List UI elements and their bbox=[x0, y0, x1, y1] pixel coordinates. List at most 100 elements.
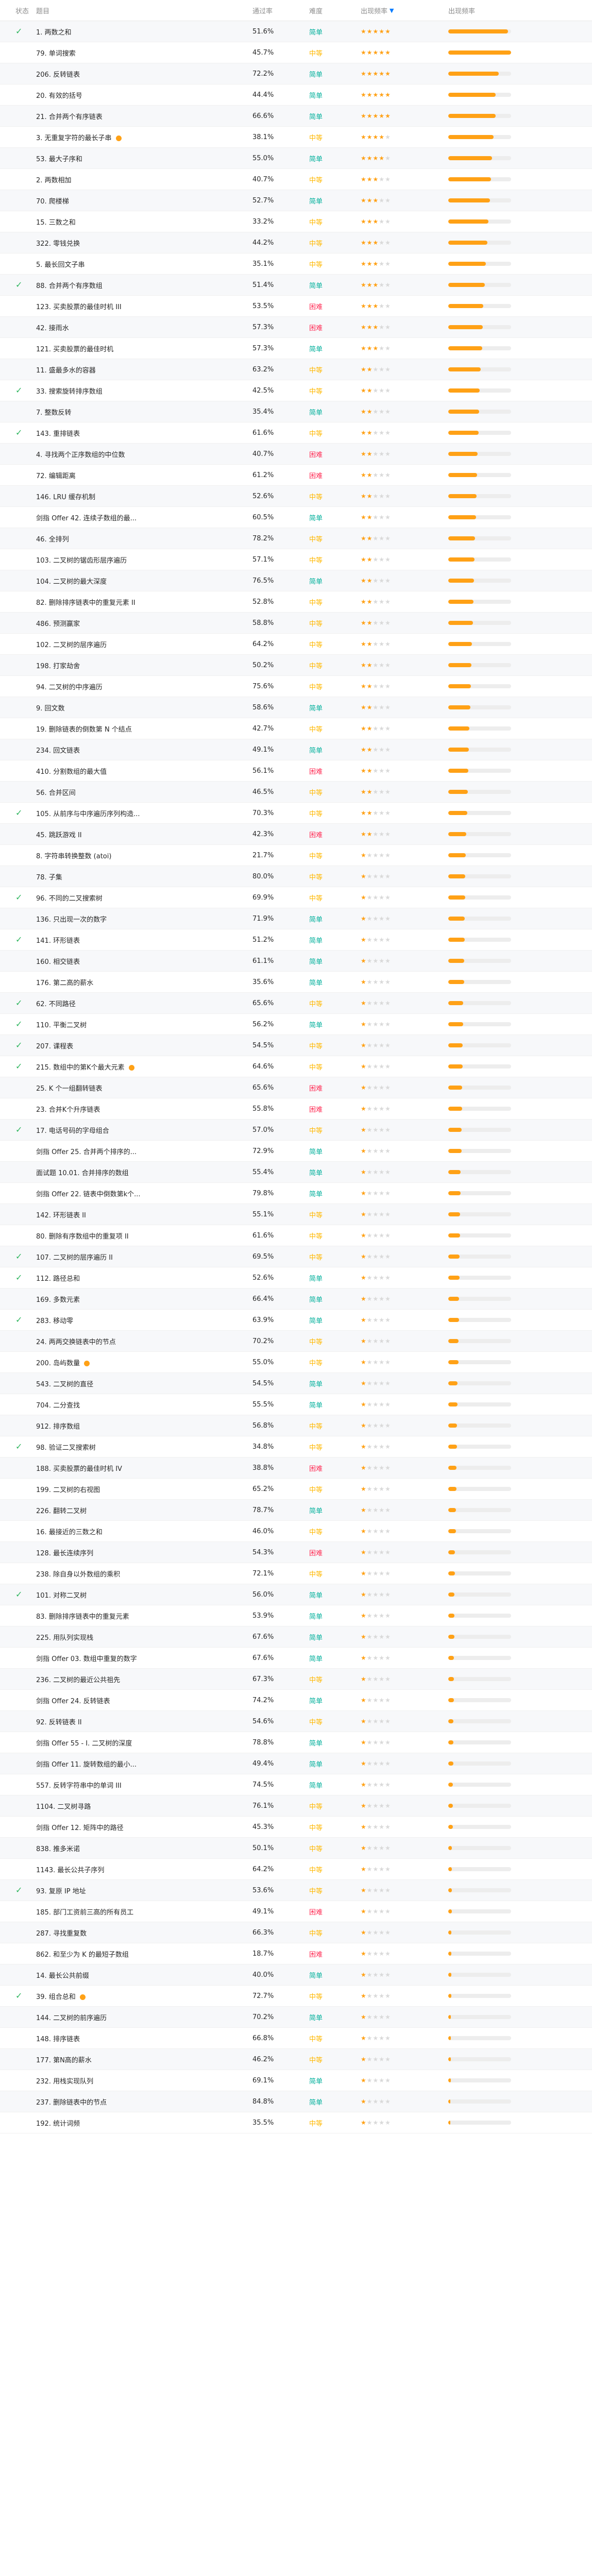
table-row[interactable]: 128. 最长连续序列 54.3% 困难 ★ ★ ★ ★ ★ bbox=[0, 1542, 592, 1563]
header-title[interactable]: 题目 bbox=[31, 6, 252, 15]
table-row[interactable]: 16. 最接近的三数之和 46.0% 中等 ★ ★ ★ ★ ★ bbox=[0, 1521, 592, 1542]
problem-title-link[interactable]: 101. 对称二叉树 bbox=[36, 1592, 87, 1600]
header-frequency[interactable]: 出现频率 ▼ bbox=[361, 6, 448, 15]
table-row[interactable]: 83. 删除排序链表中的重复元素 53.9% 简单 ★ ★ ★ ★ ★ bbox=[0, 1605, 592, 1626]
problem-title-link[interactable]: 234. 回文链表 bbox=[36, 747, 80, 755]
table-row[interactable]: 188. 买卖股票的最佳时机 IV 38.8% 困难 ★ ★ ★ ★ ★ bbox=[0, 1458, 592, 1479]
problem-title-link[interactable]: 410. 分割数组的最大值 bbox=[36, 768, 107, 776]
problem-title-link[interactable]: 121. 买卖股票的最佳时机 bbox=[36, 346, 113, 353]
header-frequency-bar[interactable]: 出现频率 bbox=[448, 6, 592, 15]
table-row[interactable]: 322. 零钱兑换 44.2% 中等 ★ ★ ★ ★ ★ bbox=[0, 232, 592, 253]
table-row[interactable]: ✓ 215. 数组中的第K个最大元素 64.6% 中等 ★ ★ ★ ★ ★ bbox=[0, 1056, 592, 1077]
problem-title-link[interactable]: 1143. 最长公共子序列 bbox=[36, 1867, 104, 1874]
table-row[interactable]: 176. 第二高的薪水 35.6% 简单 ★ ★ ★ ★ ★ bbox=[0, 972, 592, 993]
table-row[interactable]: 25. K 个一组翻转链表 65.6% 困难 ★ ★ ★ ★ ★ bbox=[0, 1077, 592, 1098]
problem-title-link[interactable]: 剑指 Offer 24. 反转链表 bbox=[36, 1698, 110, 1705]
table-row[interactable]: 19. 删除链表的倒数第 N 个结点 42.7% 中等 ★ ★ ★ ★ ★ bbox=[0, 718, 592, 739]
problem-title-link[interactable]: 200. 岛屿数量 bbox=[36, 1360, 80, 1367]
problem-title-link[interactable]: 33. 搜索旋转排序数组 bbox=[36, 388, 103, 396]
table-row[interactable]: ✓ 110. 平衡二叉树 56.2% 简单 ★ ★ ★ ★ ★ bbox=[0, 1014, 592, 1035]
problem-title-link[interactable]: 123. 买卖股票的最佳时机 III bbox=[36, 303, 122, 311]
table-row[interactable]: 287. 寻找重复数 66.3% 中等 ★ ★ ★ ★ ★ bbox=[0, 1922, 592, 1943]
table-row[interactable]: 206. 反转链表 72.2% 简单 ★ ★ ★ ★ ★ bbox=[0, 63, 592, 84]
problem-title-link[interactable]: 5. 最长回文子串 bbox=[36, 261, 85, 269]
table-row[interactable]: 剑指 Offer 12. 矩阵中的路径 45.3% 中等 ★ ★ ★ ★ ★ bbox=[0, 1817, 592, 1838]
problem-title-link[interactable]: 17. 电话号码的字母组合 bbox=[36, 1127, 109, 1135]
problem-title-link[interactable]: 236. 二叉树的最近公共祖先 bbox=[36, 1676, 120, 1684]
problem-title-link[interactable]: 238. 除自身以外数组的乘积 bbox=[36, 1571, 120, 1579]
table-row[interactable]: ✓ 141. 环形链表 51.2% 简单 ★ ★ ★ ★ ★ bbox=[0, 929, 592, 951]
problem-title-link[interactable]: 53. 最大子序和 bbox=[36, 156, 82, 163]
table-row[interactable]: 92. 反转链表 II 54.6% 中等 ★ ★ ★ ★ ★ bbox=[0, 1711, 592, 1732]
problem-title-link[interactable]: 102. 二叉树的层序遍历 bbox=[36, 641, 107, 649]
problem-title-link[interactable]: 20. 有效的括号 bbox=[36, 92, 82, 100]
table-row[interactable]: 11. 盛最多水的容器 63.2% 中等 ★ ★ ★ ★ ★ bbox=[0, 359, 592, 380]
table-row[interactable]: 486. 预测赢家 58.8% 中等 ★ ★ ★ ★ ★ bbox=[0, 613, 592, 634]
problem-title-link[interactable]: 141. 环形链表 bbox=[36, 937, 80, 945]
problem-title-link[interactable]: 142. 环形链表 II bbox=[36, 1212, 86, 1219]
problem-title-link[interactable]: 704. 二分查找 bbox=[36, 1402, 80, 1410]
table-row[interactable]: 136. 只出现一次的数字 71.9% 简单 ★ ★ ★ ★ ★ bbox=[0, 908, 592, 929]
problem-title-link[interactable]: 45. 跳跃游戏 II bbox=[36, 832, 82, 839]
problem-title-link[interactable]: 83. 删除排序链表中的重复元素 bbox=[36, 1613, 129, 1621]
problem-title-link[interactable]: 剑指 Offer 55 - I. 二叉树的深度 bbox=[36, 1740, 132, 1748]
table-row[interactable]: 862. 和至少为 K 的最短子数组 18.7% 困难 ★ ★ ★ ★ ★ bbox=[0, 1943, 592, 1964]
problem-title-link[interactable]: 287. 寻找重复数 bbox=[36, 1930, 87, 1938]
problem-title-link[interactable]: 237. 删除链表中的节点 bbox=[36, 2099, 107, 2107]
problem-title-link[interactable]: 剑指 Offer 11. 旋转数组的最小... bbox=[36, 1761, 137, 1769]
table-row[interactable]: ✓ 96. 不同的二叉搜索树 69.9% 中等 ★ ★ ★ ★ ★ bbox=[0, 887, 592, 908]
problem-title-link[interactable]: 838. 推多米诺 bbox=[36, 1845, 80, 1853]
table-row[interactable]: 9. 回文数 58.6% 简单 ★ ★ ★ ★ ★ bbox=[0, 697, 592, 718]
table-row[interactable]: 199. 二叉树的右视图 65.2% 中等 ★ ★ ★ ★ ★ bbox=[0, 1479, 592, 1500]
table-row[interactable]: 1143. 最长公共子序列 64.2% 中等 ★ ★ ★ ★ ★ bbox=[0, 1859, 592, 1880]
problem-title-link[interactable]: 46. 全排列 bbox=[36, 536, 69, 544]
problem-title-link[interactable]: 42. 接雨水 bbox=[36, 325, 69, 332]
table-row[interactable]: 1104. 二叉树寻路 76.1% 中等 ★ ★ ★ ★ ★ bbox=[0, 1795, 592, 1817]
problem-title-link[interactable]: 103. 二叉树的锯齿形层序遍历 bbox=[36, 557, 127, 565]
table-row[interactable]: 剑指 Offer 11. 旋转数组的最小... 49.4% 简单 ★ ★ ★ ★ ★ bbox=[0, 1753, 592, 1774]
problem-title-link[interactable]: 21. 合并两个有序链表 bbox=[36, 113, 103, 121]
table-row[interactable]: 704. 二分查找 55.5% 简单 ★ ★ ★ ★ ★ bbox=[0, 1394, 592, 1415]
problem-title-link[interactable]: 82. 删除排序链表中的重复元素 II bbox=[36, 599, 136, 607]
table-row[interactable]: 236. 二叉树的最近公共祖先 67.3% 中等 ★ ★ ★ ★ ★ bbox=[0, 1669, 592, 1690]
table-row[interactable]: 剑指 Offer 03. 数组中重复的数字 67.6% 简单 ★ ★ ★ ★ ★ bbox=[0, 1648, 592, 1669]
problem-title-link[interactable]: 79. 单词搜索 bbox=[36, 50, 76, 58]
problem-title-link[interactable]: 146. LRU 缓存机制 bbox=[36, 494, 95, 501]
problem-title-link[interactable]: 剑指 Offer 25. 合并两个排序的... bbox=[36, 1148, 137, 1156]
problem-title-link[interactable]: 557. 反转字符串中的单词 III bbox=[36, 1782, 122, 1790]
problem-title-link[interactable]: 98. 验证二叉搜索树 bbox=[36, 1444, 96, 1452]
problem-title-link[interactable]: 3. 无重复字符的最长子串 bbox=[36, 134, 112, 142]
table-row[interactable]: ✓ 112. 路径总和 52.6% 简单 ★ ★ ★ ★ ★ bbox=[0, 1267, 592, 1289]
table-row[interactable]: 42. 接雨水 57.3% 困难 ★ ★ ★ ★ ★ bbox=[0, 317, 592, 338]
problem-title-link[interactable]: 144. 二叉树的前序遍历 bbox=[36, 2014, 107, 2022]
problem-title-link[interactable]: 283. 移动零 bbox=[36, 1317, 73, 1325]
header-rate[interactable]: 通过率 bbox=[252, 6, 309, 15]
table-row[interactable]: 185. 部门工资前三高的所有员工 49.1% 困难 ★ ★ ★ ★ ★ bbox=[0, 1901, 592, 1922]
table-row[interactable]: 557. 反转字符串中的单词 III 74.5% 简单 ★ ★ ★ ★ ★ bbox=[0, 1774, 592, 1795]
table-row[interactable]: 56. 合并区间 46.5% 中等 ★ ★ ★ ★ ★ bbox=[0, 782, 592, 803]
table-row[interactable]: 剑指 Offer 25. 合并两个排序的... 72.9% 简单 ★ ★ ★ ★ ★ bbox=[0, 1141, 592, 1162]
table-row[interactable]: 面试题 10.01. 合并排序的数组 55.4% 简单 ★ ★ ★ ★ ★ bbox=[0, 1162, 592, 1183]
table-row[interactable]: 543. 二叉树的直径 54.5% 简单 ★ ★ ★ ★ ★ bbox=[0, 1373, 592, 1394]
table-row[interactable]: 14. 最长公共前缀 40.0% 简单 ★ ★ ★ ★ ★ bbox=[0, 1964, 592, 1986]
table-row[interactable]: 148. 排序链表 66.8% 中等 ★ ★ ★ ★ ★ bbox=[0, 2028, 592, 2049]
sort-descending-icon[interactable]: ▼ bbox=[390, 7, 394, 14]
table-row[interactable]: 剑指 Offer 42. 连续子数组的最... 60.5% 简单 ★ ★ ★ ★ ★ bbox=[0, 507, 592, 528]
table-row[interactable]: 237. 删除链表中的节点 84.8% 简单 ★ ★ ★ ★ ★ bbox=[0, 2091, 592, 2112]
table-row[interactable]: 200. 岛屿数量 55.0% 中等 ★ ★ ★ ★ ★ bbox=[0, 1352, 592, 1373]
table-row[interactable]: 21. 合并两个有序链表 66.6% 简单 ★ ★ ★ ★ ★ bbox=[0, 106, 592, 127]
table-row[interactable]: 838. 推多米诺 50.1% 中等 ★ ★ ★ ★ ★ bbox=[0, 1838, 592, 1859]
table-row[interactable]: 169. 多数元素 66.4% 简单 ★ ★ ★ ★ ★ bbox=[0, 1289, 592, 1310]
problem-title-link[interactable]: 206. 反转链表 bbox=[36, 71, 80, 79]
problem-title-link[interactable]: 4. 寻找两个正序数组的中位数 bbox=[36, 451, 125, 459]
problem-title-link[interactable]: 96. 不同的二叉搜索树 bbox=[36, 895, 103, 903]
problem-title-link[interactable]: 862. 和至少为 K 的最短子数组 bbox=[36, 1951, 129, 1959]
table-row[interactable]: 226. 翻转二叉树 78.7% 简单 ★ ★ ★ ★ ★ bbox=[0, 1500, 592, 1521]
table-row[interactable]: ✓ 1. 两数之和 51.6% 简单 ★ ★ ★ ★ ★ bbox=[0, 21, 592, 42]
problem-title-link[interactable]: 160. 相交链表 bbox=[36, 958, 80, 966]
table-row[interactable]: 53. 最大子序和 55.0% 简单 ★ ★ ★ ★ ★ bbox=[0, 148, 592, 169]
table-row[interactable]: ✓ 207. 课程表 54.5% 中等 ★ ★ ★ ★ ★ bbox=[0, 1035, 592, 1056]
problem-title-link[interactable]: 136. 只出现一次的数字 bbox=[36, 916, 107, 924]
header-status[interactable]: 状态 bbox=[0, 6, 31, 15]
problem-title-link[interactable]: 104. 二叉树的最大深度 bbox=[36, 578, 107, 586]
